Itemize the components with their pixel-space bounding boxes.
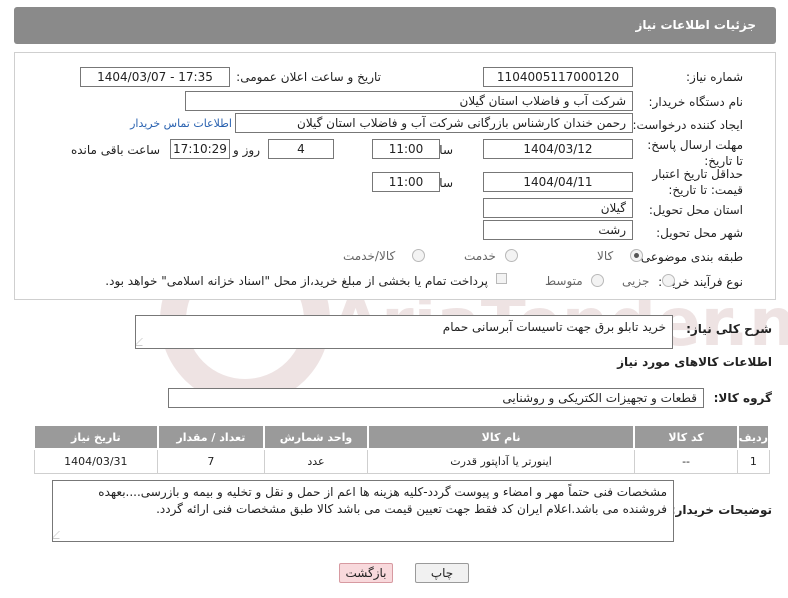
goods-table: ردیف کد کالا نام کالا واحد شمارش تعداد /… (33, 424, 771, 474)
buyer-notes-label: توضیحات خریدار: (670, 503, 772, 517)
buyer-notes-field: مشخصات فنی حتماً مهر و امضاء و پیوست گرد… (52, 480, 674, 542)
page-header: جزئیات اطلاعات نیاز (14, 7, 776, 44)
radio-service-label: خدمت (464, 249, 496, 263)
validity-date-field: 1404/04/11 (483, 172, 633, 192)
radio-goods-service-label: کالا/خدمت (343, 249, 396, 263)
remaining-label: ساعت باقی مانده (70, 143, 160, 157)
back-button[interactable]: بازگشت (339, 563, 393, 583)
cell-unit: عدد (263, 448, 369, 474)
validity-time-field: 11:00 (372, 172, 440, 192)
col-name: نام کالا (366, 424, 636, 450)
radio-minor-label: جزیی (622, 274, 650, 288)
cell-date: 1404/03/31 (33, 448, 159, 474)
col-qty: تعداد / مقدار (156, 424, 266, 450)
validity-label: حداقل تاریخ اعتبار قیمت: تا تاریخ: (652, 167, 743, 197)
col-code: کد کالا (633, 424, 739, 450)
col-date: تاریخ نیاز (33, 424, 159, 450)
cell-row: 1 (737, 448, 770, 474)
cell-name: اینورتر یا آداپتور قدرت (367, 448, 635, 474)
radio-medium[interactable] (591, 274, 604, 287)
cell-qty: 7 (157, 448, 265, 474)
resize-grip-icon[interactable] (136, 338, 150, 346)
radio-goods[interactable] (630, 249, 643, 262)
col-unit: واحد شمارش (263, 424, 369, 450)
treasury-checkbox[interactable] (496, 273, 507, 284)
radio-medium-label: متوسط (545, 274, 583, 288)
radio-minor[interactable] (662, 274, 675, 287)
goods-section-title: اطلاعات کالاهای مورد نیاز (617, 355, 772, 369)
category-label: طبقه بندی موضوعی: (636, 250, 743, 264)
summary-field: خرید تابلو برق جهت تاسیسات آبرسانی حمام (135, 315, 673, 349)
resize-grip-icon[interactable] (53, 531, 67, 539)
summary-text: خرید تابلو برق جهت تاسیسات آبرسانی حمام (442, 320, 666, 334)
buyer-notes-text: مشخصات فنی حتماً مهر و امضاء و پیوست گرد… (98, 485, 667, 516)
print-button[interactable]: چاپ (415, 563, 469, 583)
province-label: استان محل تحویل: (648, 203, 743, 217)
col-row: ردیف (736, 424, 771, 450)
buyer-org-field: شرکت آب و فاضلاب استان گیلان (185, 91, 633, 111)
cell-code: -- (633, 448, 739, 474)
radio-service[interactable] (505, 249, 518, 262)
days-label: روز و (233, 143, 260, 157)
need-number-label: شماره نیاز: (686, 70, 743, 84)
summary-label: شرح کلی نیاز: (686, 322, 772, 336)
announce-label: تاریخ و ساعت اعلان عمومی: (236, 70, 381, 84)
deadline-date-field: 1404/03/12 (483, 139, 633, 159)
province-field: گیلان (483, 198, 633, 218)
announce-field: 1404/03/07 - 17:35 (80, 67, 230, 87)
table-row: 1 -- اینورتر یا آداپتور قدرت عدد 7 1404/… (33, 448, 770, 474)
deadline-label: مهلت ارسال پاسخ: تا تاریخ: (647, 138, 743, 168)
city-field: رشت (483, 220, 633, 240)
buyer-org-label: نام دستگاه خریدار: (648, 95, 744, 109)
days-field: 4 (268, 139, 334, 159)
need-number-field: 1104005117000120 (483, 67, 633, 87)
remaining-time-field: 17:10:29 (170, 139, 230, 159)
goods-group-label: گروه کالا: (713, 391, 772, 405)
payment-note: پرداخت تمام یا بخشی از مبلغ خرید،از محل … (105, 274, 488, 288)
goods-group-field: قطعات و تجهیزات الکتریکی و روشنایی (168, 388, 704, 408)
goods-table-header: ردیف کد کالا نام کالا واحد شمارش تعداد /… (33, 424, 771, 450)
creator-label: ایجاد کننده درخواست: (632, 118, 743, 132)
radio-goods-service[interactable] (412, 249, 425, 262)
page-title: جزئیات اطلاعات نیاز (635, 18, 756, 32)
city-label: شهر محل تحویل: (656, 226, 743, 240)
radio-goods-label: کالا (597, 249, 614, 263)
deadline-time-field: 11:00 (372, 139, 440, 159)
creator-field: رحمن خندان کارشناس بازرگانی شرکت آب و فا… (235, 113, 633, 133)
contact-buyer-link[interactable]: اطلاعات تماس خریدار (130, 117, 232, 130)
